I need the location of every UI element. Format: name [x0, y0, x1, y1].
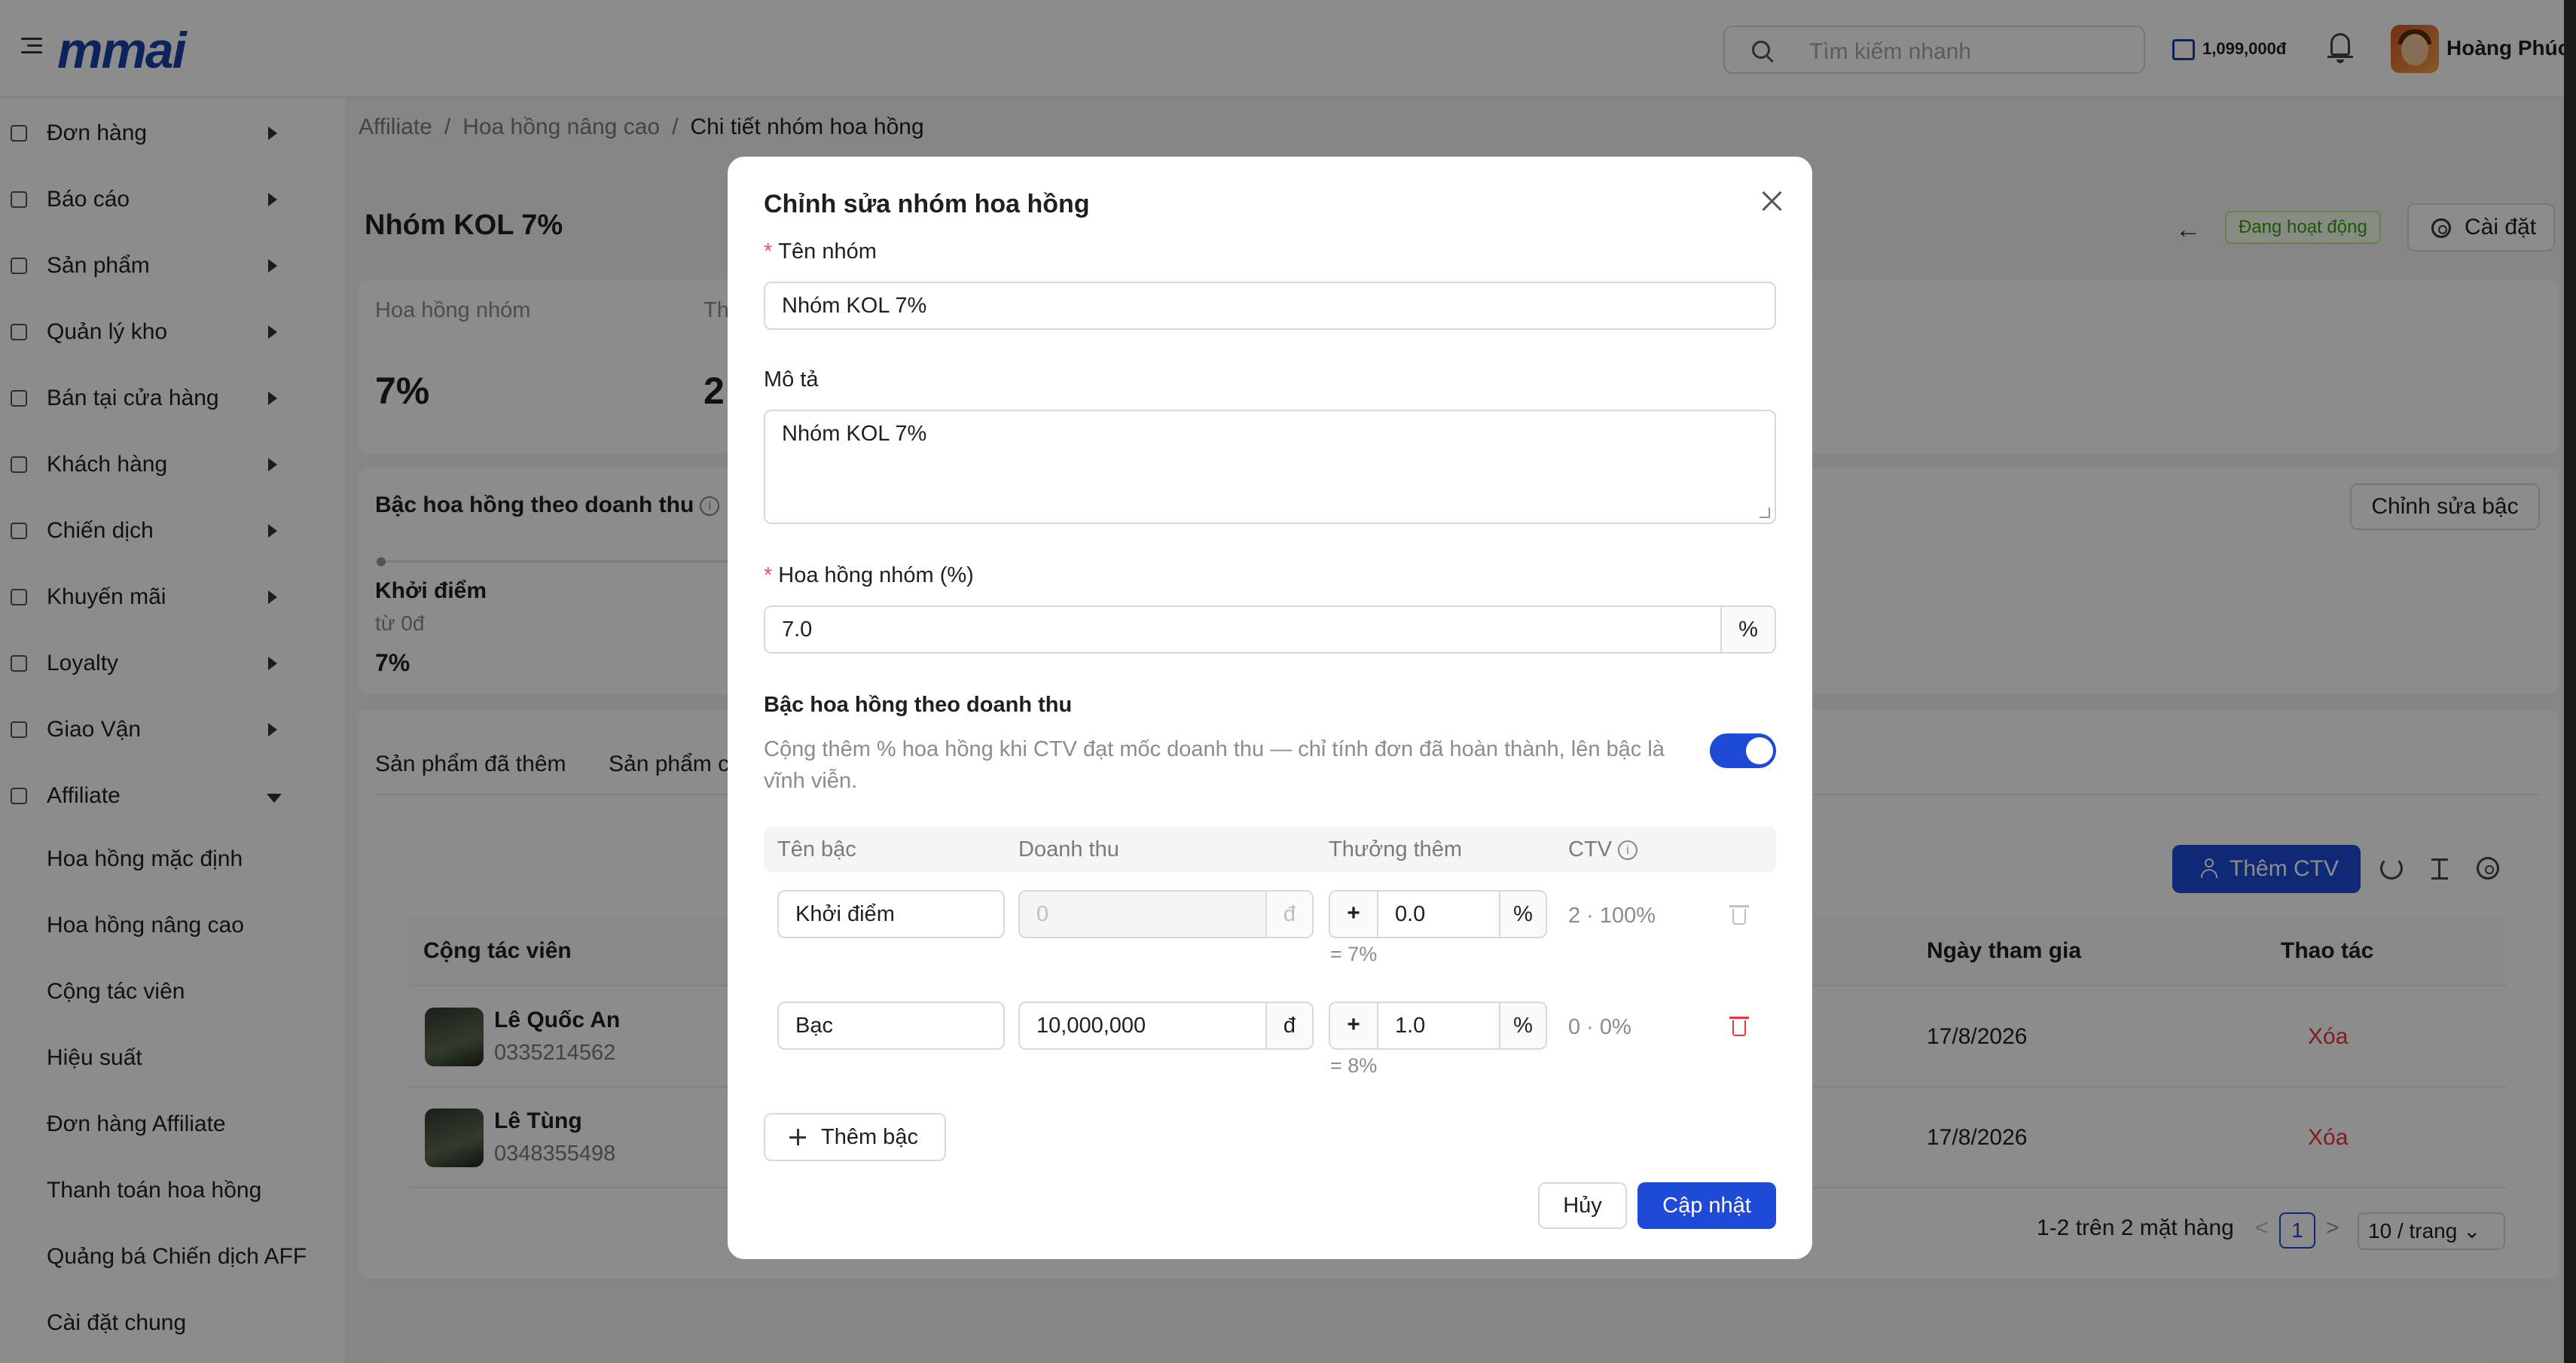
tier-bonus-input[interactable]: 0.0 [1377, 890, 1500, 938]
percent-addon: % [1499, 1002, 1547, 1050]
percent-addon: % [1499, 890, 1547, 938]
description-label: Mô tả [764, 367, 819, 392]
info-icon[interactable]: i [1618, 840, 1637, 861]
cancel-button[interactable]: Hủy [1538, 1182, 1627, 1229]
currency-addon: đ [1265, 1002, 1314, 1050]
window-edge [2564, 0, 2576, 1363]
description-textarea[interactable]: Nhóm KOL 7% [764, 410, 1776, 524]
update-button[interactable]: Cập nhật [1637, 1182, 1776, 1229]
tier-enabled-toggle[interactable] [1710, 733, 1776, 768]
col-tier-name: Tên bậc [777, 837, 856, 861]
group-name-label: * Tên nhóm [764, 239, 877, 264]
toggle-knob [1746, 737, 1773, 764]
tier-section-title: Bậc hoa hồng theo doanh thu [764, 693, 1073, 717]
resize-handle-icon[interactable] [1760, 508, 1770, 518]
tier-revenue-input: 0 [1018, 890, 1267, 938]
tier-revenue-input[interactable]: 10,000,000 [1018, 1002, 1267, 1050]
tier-bonus-input[interactable]: 1.0 [1377, 1002, 1500, 1050]
edit-commission-group-modal: Chỉnh sửa nhóm hoa hồng * Tên nhóm Nhóm K… [728, 157, 1812, 1259]
plus-icon [789, 1129, 806, 1145]
tier-name-input[interactable]: Bạc [777, 1002, 1005, 1050]
close-icon[interactable] [1760, 188, 1785, 214]
modal-title: Chỉnh sửa nhóm hoa hồng [764, 190, 1090, 218]
percent-addon: % [1720, 605, 1776, 654]
tier-section-description: Cộng thêm % hoa hồng khi CTV đạt mốc doa… [764, 737, 1665, 793]
tier-name-input[interactable]: Khởi điểm [777, 890, 1005, 938]
currency-addon: đ [1265, 890, 1314, 938]
commission-label: * Hoa hồng nhóm (%) [764, 563, 974, 587]
trash-icon [1729, 905, 1749, 925]
tier-total-percent: = 7% [1330, 943, 1378, 965]
add-tier-button[interactable]: Thêm bậc [764, 1113, 946, 1161]
group-name-input[interactable]: Nhóm KOL 7% [764, 282, 1776, 330]
tier-table-header: Tên bậc Doanh thu Thưởng thêm CTV i [764, 827, 1776, 872]
col-bonus: Thưởng thêm [1329, 837, 1463, 861]
plus-addon: + [1329, 890, 1378, 938]
commission-input[interactable]: 7.0 [764, 605, 1722, 654]
tier-ctv-count: 2 · 100% [1568, 904, 1656, 928]
tier-ctv-count: 0 · 0% [1568, 1015, 1631, 1039]
col-revenue: Doanh thu [1018, 837, 1119, 861]
plus-addon: + [1329, 1002, 1378, 1050]
trash-icon[interactable] [1729, 1017, 1749, 1036]
tier-total-percent: = 8% [1330, 1054, 1378, 1077]
col-ctv: CTV i [1568, 837, 1637, 862]
